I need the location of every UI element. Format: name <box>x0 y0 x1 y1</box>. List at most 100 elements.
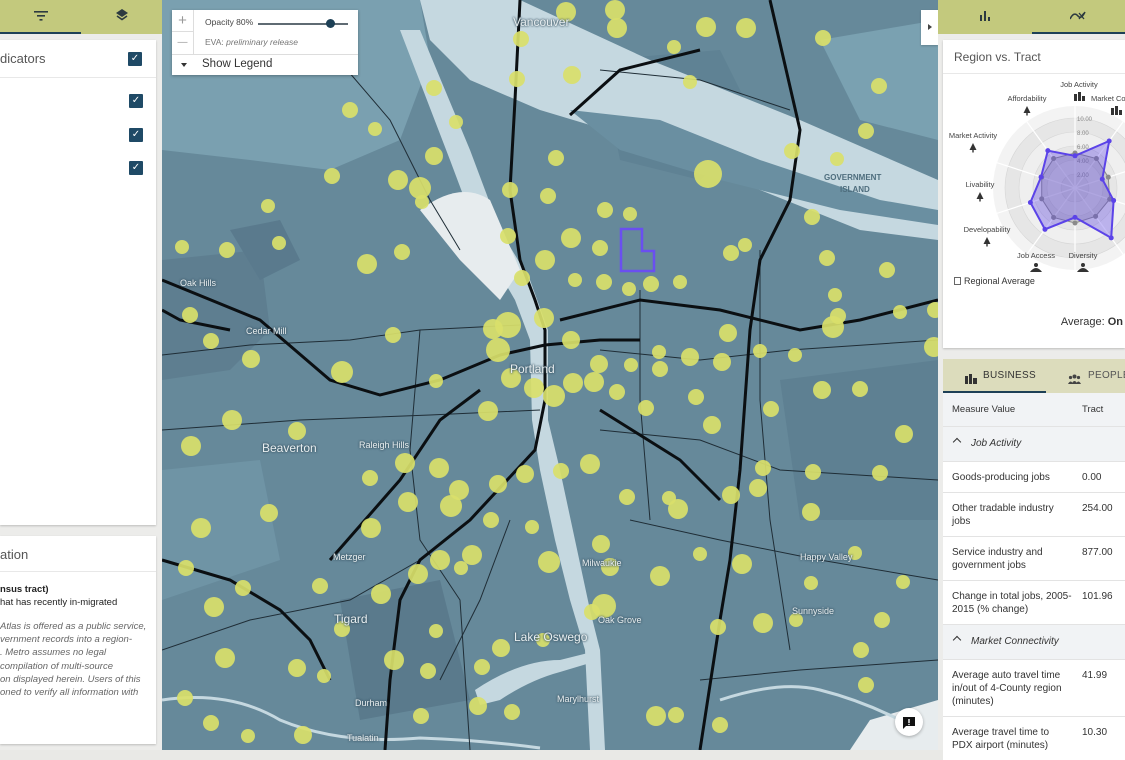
indicator-dot[interactable] <box>260 504 278 522</box>
indicator-dot[interactable] <box>449 115 463 129</box>
indicator-dot[interactable] <box>371 584 391 604</box>
zoom-out-button[interactable]: — <box>172 32 194 54</box>
indicator-dot[interactable] <box>553 463 569 479</box>
tab-layers[interactable] <box>81 0 162 34</box>
indicator-dot[interactable] <box>858 677 874 693</box>
indicator-dot[interactable] <box>622 282 636 296</box>
tab-filter[interactable] <box>0 0 81 34</box>
indicator-dot[interactable] <box>722 486 740 504</box>
indicator-dot[interactable] <box>646 706 666 726</box>
indicator-dot[interactable] <box>805 464 821 480</box>
tract-data-point[interactable] <box>1073 215 1078 220</box>
feedback-button[interactable] <box>895 708 923 736</box>
indicator-dot[interactable] <box>580 454 600 474</box>
indicator-dot[interactable] <box>596 274 612 290</box>
indicator-dot[interactable] <box>175 240 189 254</box>
regional-average-legend[interactable]: Regional Average <box>954 276 1035 286</box>
tract-data-point[interactable] <box>1100 177 1105 182</box>
indicator-dot[interactable] <box>177 690 193 706</box>
indicator-dot[interactable] <box>568 273 582 287</box>
indicator-dot[interactable] <box>509 71 525 87</box>
indicator-dot[interactable] <box>712 717 728 733</box>
indicator-dot[interactable] <box>893 305 907 319</box>
indicator-dot[interactable] <box>667 40 681 54</box>
indicator-dot[interactable] <box>486 338 510 362</box>
indicator-dot[interactable] <box>696 17 716 37</box>
indicator-dot[interactable] <box>535 250 555 270</box>
indicator-dot[interactable] <box>871 78 887 94</box>
indicator-dot[interactable] <box>398 492 418 512</box>
indicator-dot[interactable] <box>755 460 771 476</box>
indicator-dot[interactable] <box>474 659 490 675</box>
indicator-dot[interactable] <box>425 147 443 165</box>
indicator-dot[interactable] <box>362 470 378 486</box>
tract-data-point[interactable] <box>1028 200 1033 205</box>
indicator-dot[interactable] <box>478 401 498 421</box>
table-section-header[interactable]: Market Connectivity <box>943 624 1125 659</box>
indicator-dot[interactable] <box>753 613 773 633</box>
indicator-dot[interactable] <box>802 503 820 521</box>
opacity-slider-handle[interactable] <box>326 19 335 28</box>
indicator-dot[interactable] <box>514 270 530 286</box>
tract-data-point[interactable] <box>1045 148 1050 153</box>
indicator-dot[interactable] <box>261 199 275 213</box>
indicator-dot[interactable] <box>561 228 581 248</box>
indicator-dot[interactable] <box>624 358 638 372</box>
table-section-header[interactable]: Job Activity <box>943 426 1125 461</box>
indicator-dot[interactable] <box>204 597 224 617</box>
indicator-dot[interactable] <box>492 639 510 657</box>
indicator-dot[interactable] <box>852 381 868 397</box>
indicator-dot[interactable] <box>483 319 503 339</box>
indicator-dot[interactable] <box>683 75 697 89</box>
indicator-dot[interactable] <box>643 276 659 292</box>
indicator-dot[interactable] <box>607 18 627 38</box>
indicator-dot[interactable] <box>738 238 752 252</box>
show-legend-toggle[interactable]: Show Legend <box>172 55 358 75</box>
indicator-dot[interactable] <box>732 554 752 574</box>
indicator-dot[interactable] <box>694 160 722 188</box>
indicator-dot[interactable] <box>592 240 608 256</box>
indicator-dot[interactable] <box>681 348 699 366</box>
indicator-dot[interactable] <box>788 348 802 362</box>
indicator-dot[interactable] <box>896 575 910 589</box>
indicator-dot[interactable] <box>516 465 534 483</box>
indicator-dot[interactable] <box>584 372 604 392</box>
indicator-dot[interactable] <box>235 580 251 596</box>
indicator-dot[interactable] <box>394 244 410 260</box>
indicator-dot[interactable] <box>342 102 358 118</box>
indicator-dot[interactable] <box>563 66 581 84</box>
indicator-dot[interactable] <box>415 195 429 209</box>
indicator-dot[interactable] <box>763 401 779 417</box>
map-view[interactable]: VancouverOak HillsCedar MillPortlandBeav… <box>162 0 938 750</box>
indicator-dot[interactable] <box>749 479 767 497</box>
indicator-dot[interactable] <box>858 123 874 139</box>
indicator-dot[interactable] <box>562 331 580 349</box>
average-toggle[interactable]: Average: On <box>1061 316 1123 328</box>
indicator-dot[interactable] <box>713 353 731 371</box>
indicator-dot[interactable] <box>784 143 800 159</box>
indicator-dot[interactable] <box>203 333 219 349</box>
indicator-dot[interactable] <box>538 551 560 573</box>
indicator-dot[interactable] <box>385 327 401 343</box>
indicator-dot[interactable] <box>693 547 707 561</box>
indicator-dot[interactable] <box>429 458 449 478</box>
indicator-dot[interactable] <box>804 209 820 225</box>
indicator-dot[interactable] <box>384 650 404 670</box>
indicator-dot[interactable] <box>623 207 637 221</box>
indicator-dot[interactable] <box>638 400 654 416</box>
tract-data-point[interactable] <box>1107 138 1112 143</box>
indicator-checkbox-3[interactable]: ✓ <box>129 161 143 175</box>
indicator-dot[interactable] <box>203 715 219 731</box>
indicator-dot[interactable] <box>504 704 520 720</box>
indicator-dot[interactable] <box>619 489 635 505</box>
indicator-dot[interactable] <box>312 578 328 594</box>
indicator-dot[interactable] <box>426 80 442 96</box>
indicator-dot[interactable] <box>723 245 739 261</box>
indicator-dot[interactable] <box>388 170 408 190</box>
indicator-dot[interactable] <box>408 564 428 584</box>
indicator-dot[interactable] <box>357 254 377 274</box>
indicator-dot[interactable] <box>449 480 469 500</box>
indicator-dot[interactable] <box>815 30 831 46</box>
indicator-dot[interactable] <box>294 726 312 744</box>
indicator-dot[interactable] <box>469 697 487 715</box>
